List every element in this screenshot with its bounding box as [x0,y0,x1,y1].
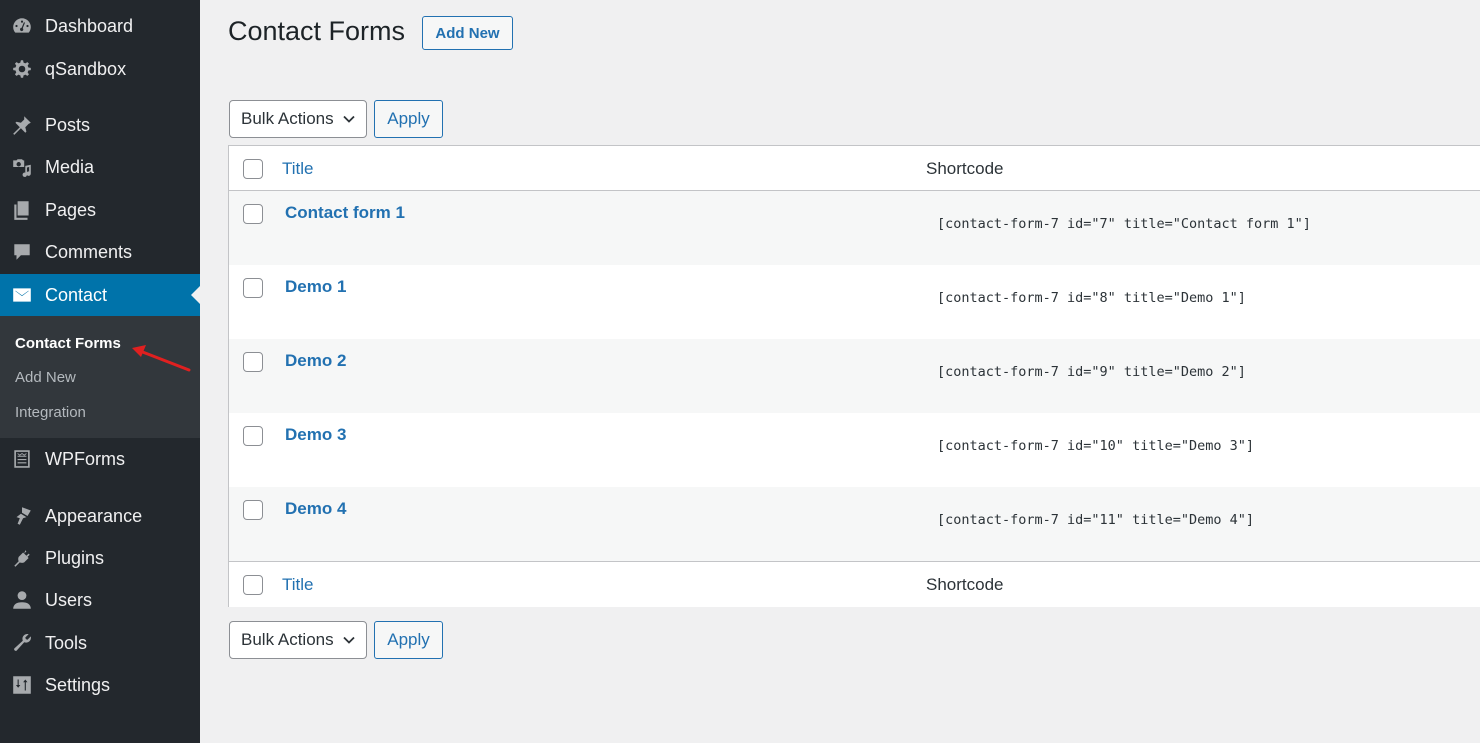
form-title-link[interactable]: Contact form 1 [285,203,405,223]
submenu-item-integration[interactable]: Integration [15,404,86,421]
column-footer-title[interactable]: Title [282,575,314,595]
column-footer-shortcode: Shortcode [926,575,1004,594]
plug-icon [10,546,34,570]
media-icon [10,155,34,179]
bulk-actions-select-top[interactable]: Bulk Actions [229,100,367,138]
sidebar-item-appearance[interactable]: Appearance [0,496,200,536]
sidebar-item-contact[interactable]: Contact [0,274,200,316]
sidebar-item-posts[interactable]: Posts [0,105,200,145]
table-row: Demo 3 [contact-form-7 id="10" title="De… [229,413,1480,487]
table-header: Title Shortcode [229,146,1480,191]
table-row: Demo 4 [contact-form-7 id="11" title="De… [229,487,1480,561]
shortcode-text: [contact-form-7 id="11" title="Demo 4"] [937,512,1254,528]
table-row: Demo 2 [contact-form-7 id="9" title="Dem… [229,339,1480,413]
sidebar-item-label: Plugins [45,547,105,568]
table-row: Contact form 1 [contact-form-7 id="7" ti… [229,191,1480,265]
row-checkbox[interactable] [243,352,263,372]
sidebar-item-wpforms[interactable]: WPForms [0,439,200,479]
row-checkbox[interactable] [243,204,263,224]
form-title-link[interactable]: Demo 3 [285,425,346,445]
form-title-link[interactable]: Demo 2 [285,351,346,371]
column-header-title[interactable]: Title [282,159,314,179]
gear-icon [10,57,34,81]
column-header-shortcode: Shortcode [926,159,1004,178]
paintbrush-icon [10,504,34,528]
row-checkbox[interactable] [243,500,263,520]
bulk-actions-value: Bulk Actions [241,630,334,649]
shortcode-text: [contact-form-7 id="9" title="Demo 2"] [937,364,1246,380]
sidebar-item-label: Users [45,589,93,610]
dashboard-icon [10,14,34,38]
sidebar-item-comments[interactable]: Comments [0,232,200,272]
envelope-icon [10,283,34,307]
user-icon [10,588,34,612]
sidebar-item-dashboard[interactable]: Dashboard [0,6,200,46]
sidebar-item-media[interactable]: Media [0,147,200,187]
submenu-item-add-new[interactable]: Add New [15,369,76,386]
form-title-link[interactable]: Demo 4 [285,499,346,519]
chevron-down-icon [343,115,355,123]
sidebar-item-label: WPForms [45,448,125,469]
shortcode-text: [contact-form-7 id="10" title="Demo 3"] [937,438,1254,454]
sidebar-item-label: Settings [45,674,111,695]
row-checkbox[interactable] [243,278,263,298]
shortcode-text: [contact-form-7 id="7" title="Contact fo… [937,216,1311,232]
apply-button-top[interactable]: Apply [374,100,443,138]
sidebar-item-plugins[interactable]: Plugins [0,538,200,578]
shortcode-text: [contact-form-7 id="8" title="Demo 1"] [937,290,1246,306]
annotation-arrow [132,345,191,372]
sidebar-item-label: Tools [45,632,88,653]
page-title: Contact Forms [228,16,406,46]
sidebar-item-label: Appearance [45,505,143,526]
pages-icon [10,198,34,222]
sidebar-item-tools[interactable]: Tools [0,623,200,663]
bulk-actions-value: Bulk Actions [241,109,334,128]
sidebar-item-label: qSandbox [45,58,127,79]
apply-button-bottom[interactable]: Apply [374,621,443,659]
table-row: Demo 1 [contact-form-7 id="8" title="Dem… [229,265,1480,339]
form-icon [10,447,34,471]
form-title-link[interactable]: Demo 1 [285,277,346,297]
sidebar-item-label: Posts [45,114,91,135]
row-checkbox[interactable] [243,426,263,446]
sidebar-item-users[interactable]: Users [0,580,200,620]
bulk-actions-select-bottom[interactable]: Bulk Actions [229,621,367,659]
sidebar-item-label: Dashboard [45,15,134,36]
add-new-button[interactable]: Add New [422,16,513,50]
comment-icon [10,240,34,264]
select-all-checkbox[interactable] [243,159,263,179]
submenu-item-contact-forms[interactable]: Contact Forms [15,335,121,352]
sidebar-item-label: Media [45,156,95,177]
chevron-down-icon [343,636,355,644]
table-footer: Title Shortcode [229,561,1480,607]
sidebar-item-pages[interactable]: Pages [0,190,200,230]
contact-submenu: Contact Forms Add New Integration [0,316,200,438]
wrench-icon [10,631,34,655]
sidebar-item-label: Comments [45,241,133,262]
contact-forms-table: Title Shortcode Contact form 1 [contact-… [228,145,1480,607]
pin-icon [10,113,34,137]
sidebar-item-settings[interactable]: Settings [0,665,200,705]
sidebar-item-label: Pages [45,199,97,220]
select-all-checkbox-footer[interactable] [243,575,263,595]
sidebar-item-qsandbox[interactable]: qSandbox [0,49,200,89]
sidebar-item-label: Contact [45,284,108,305]
sliders-icon [10,673,34,697]
